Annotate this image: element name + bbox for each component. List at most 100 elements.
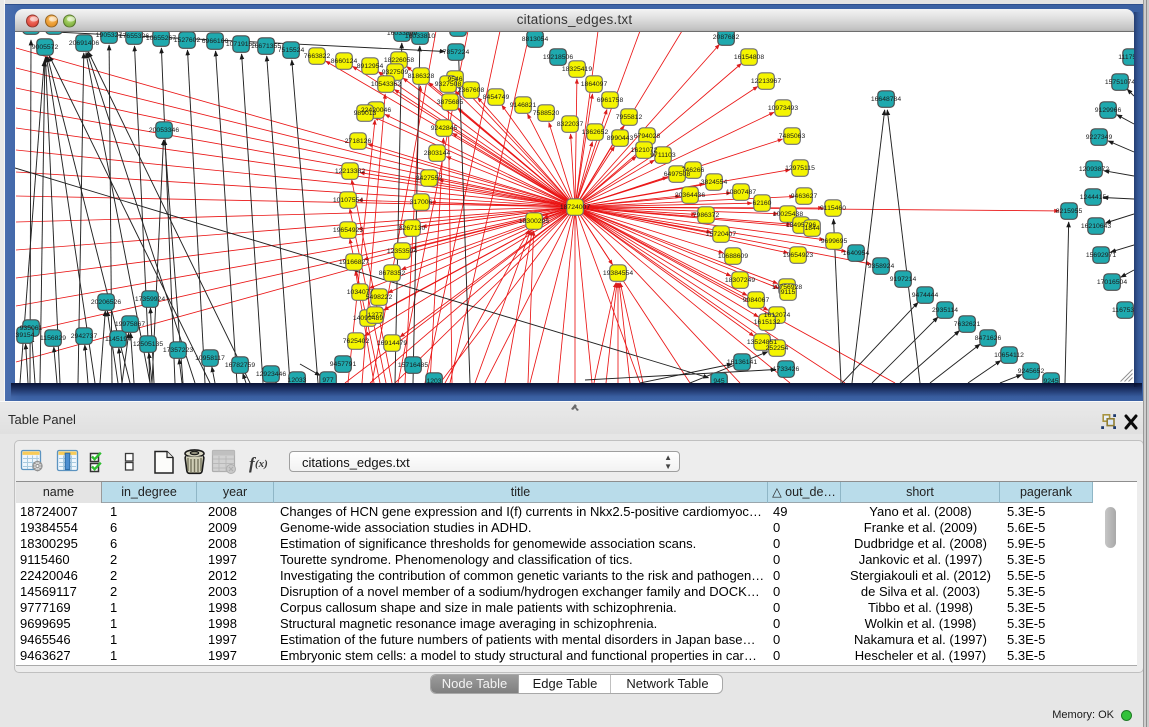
svg-text:2367608: 2367608 [458,87,485,94]
svg-text:8813054: 8813054 [522,36,549,43]
svg-text:8990443: 8990443 [607,135,634,142]
svg-text:989013: 989013 [354,110,377,117]
svg-text:1640954: 1640954 [843,250,870,257]
svg-text:8215955: 8215955 [1056,208,1083,215]
svg-text:6794028: 6794028 [634,133,661,140]
svg-text:9245: 9245 [1043,378,1058,383]
svg-text:19654923: 19654923 [333,227,363,234]
svg-text:19654923: 19654923 [783,252,813,259]
svg-text:2935114: 2935114 [932,307,958,314]
svg-text:7663822: 7663822 [304,53,331,60]
svg-text:2942737: 2942737 [71,333,98,340]
svg-text:10807487: 10807487 [726,189,756,196]
svg-text:16154808: 16154808 [734,54,764,61]
svg-text:9005572: 9005572 [32,44,59,51]
svg-text:20691406: 20691406 [69,40,99,47]
svg-text:7955812: 7955812 [616,114,643,121]
svg-text:9699695: 9699695 [821,238,848,245]
svg-text:15692971: 15692971 [1086,252,1116,259]
svg-text:1244415: 1244415 [1080,194,1107,201]
svg-text:1117541: 1117541 [1118,54,1134,61]
svg-text:9327509: 9327509 [382,69,409,76]
svg-text:(x): (x) [255,458,268,470]
svg-text:8471626: 8471626 [975,335,1002,342]
svg-text:3875685: 3875685 [437,99,464,106]
svg-text:19166827: 19166827 [339,259,369,266]
svg-text:15751074: 15751074 [1105,79,1134,86]
svg-text:20364436: 20364436 [675,192,705,199]
svg-text:16136141: 16136141 [727,359,757,366]
svg-text:10655267: 10655267 [146,35,176,42]
svg-text:16782759: 16782759 [225,362,255,369]
svg-text:1864097: 1864097 [581,81,608,88]
svg-text:1612074: 1612074 [764,312,791,319]
svg-text:12033: 12033 [288,377,307,383]
svg-text:8267130: 8267130 [399,225,426,232]
svg-text:12975115: 12975115 [785,165,815,172]
svg-text:12505135: 12505135 [133,341,163,348]
svg-text:9146821: 9146821 [510,102,537,109]
svg-text:10107554: 10107554 [333,197,363,204]
svg-text:8912954: 8912954 [357,63,384,70]
svg-text:1362652: 1362652 [582,129,609,136]
svg-text:17655326: 17655326 [119,33,149,40]
svg-text:1844: 1844 [804,225,819,232]
svg-text:7857224: 7857224 [443,49,470,56]
svg-text:1277: 1277 [367,312,382,319]
svg-text:18300295: 18300295 [519,218,549,225]
svg-text:7485063: 7485063 [779,133,806,140]
svg-text:6497508: 6497508 [664,171,691,178]
svg-text:16914479: 16914479 [377,340,407,347]
svg-text:39154: 39154 [16,332,35,339]
svg-text:6961758: 6961758 [597,97,624,104]
svg-text:15720407: 15720407 [706,231,736,238]
svg-text:10654112: 10654112 [994,352,1024,359]
svg-text:9711103: 9711103 [650,152,676,159]
svg-text:9358924: 9358924 [868,263,895,270]
svg-text:18226058: 18226058 [384,57,414,64]
svg-text:62160: 62160 [753,200,772,207]
svg-text:12093872: 12093872 [1079,166,1109,173]
svg-text:9463627: 9463627 [791,193,818,200]
svg-text:8186328: 8186328 [408,73,435,80]
svg-text:20053346: 20053346 [149,127,179,134]
svg-text:9084067: 9084067 [743,297,770,304]
svg-text:1527602: 1527602 [174,37,201,44]
svg-text:5498222: 5498222 [366,294,393,301]
svg-text:1145194: 1145194 [105,336,131,343]
svg-text:7632621: 7632621 [954,321,981,328]
svg-text:2803144: 2803144 [424,150,451,157]
svg-text:10958117: 10958117 [195,355,225,362]
svg-text:15716485: 15716485 [398,362,428,369]
svg-text:3824554: 3824554 [701,179,728,186]
svg-text:317006: 317006 [410,199,433,206]
svg-text:9115: 9115 [781,289,796,296]
svg-text:6966160: 6966160 [202,38,229,45]
svg-text:7588520: 7588520 [533,110,560,117]
svg-text:1615132: 1615132 [754,319,781,326]
svg-text:17357223: 17357223 [163,347,193,354]
svg-text:16648784: 16648784 [871,96,901,103]
svg-text:1203: 1203 [426,378,441,383]
svg-text:1156829: 1156829 [40,335,66,342]
svg-text:20206526: 20206526 [91,299,121,306]
svg-text:12923446: 12923446 [256,371,286,378]
svg-text:12213382: 12213382 [335,168,365,175]
svg-text:10543362: 10543362 [371,81,401,88]
svg-text:8678352: 8678352 [379,270,406,277]
svg-text:12353594: 12353594 [387,248,417,255]
svg-text:10973493: 10973493 [768,105,798,112]
svg-text:977: 977 [322,377,334,383]
svg-text:252254: 252254 [766,345,789,352]
svg-text:9197214: 9197214 [890,276,917,283]
svg-text:9245652: 9245652 [1018,368,1045,375]
svg-text:10025438: 10025438 [773,211,803,218]
svg-text:19975867: 19975867 [115,321,145,328]
svg-text:2718126: 2718126 [345,138,372,145]
svg-text:7986372: 7986372 [693,212,720,219]
svg-text:19218506: 19218506 [543,54,573,61]
svg-text:945: 945 [713,378,725,383]
svg-text:8660124: 8660124 [331,58,358,65]
svg-text:7625402: 7625402 [343,338,370,345]
svg-text:18724007: 18724007 [560,204,590,211]
